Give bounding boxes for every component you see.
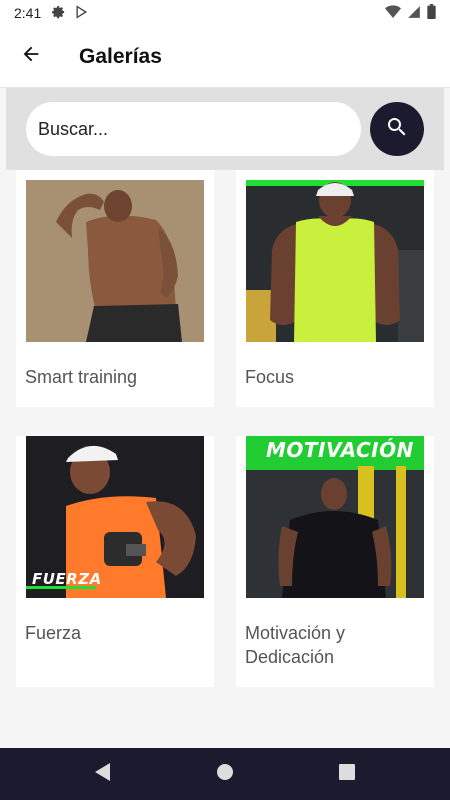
signal-icon <box>407 5 421 22</box>
gallery-image-smart-training <box>26 180 204 342</box>
recents-square-icon <box>339 763 355 785</box>
battery-icon <box>427 4 436 22</box>
gear-icon <box>51 5 65 22</box>
overlay-motivacion: MOTIVACIÓN <box>266 438 414 462</box>
gallery-label: Focus <box>245 367 295 387</box>
status-bar: 2:41 <box>0 0 450 26</box>
nav-back-button[interactable] <box>91 762 115 786</box>
search-input[interactable] <box>26 102 362 156</box>
search-button[interactable] <box>370 102 424 156</box>
nav-home-button[interactable] <box>213 762 237 786</box>
gallery-label: Fuerza <box>25 623 82 643</box>
arrow-back-icon <box>20 43 42 70</box>
gallery-image-fuerza: FUERZA <box>26 436 204 598</box>
app-bar: Galerías <box>0 26 450 88</box>
gallery-image-focus <box>246 180 424 342</box>
back-triangle-icon <box>95 762 111 786</box>
gallery-card-motivacion[interactable]: MOTIVACIÓN Motivación y Dedicación <box>236 436 434 687</box>
system-nav-bar <box>0 748 450 800</box>
search-bar <box>6 88 444 170</box>
play-store-icon <box>75 4 88 22</box>
gallery-label: Motivación y Dedicación <box>245 623 346 667</box>
overlay-fuerza: FUERZA <box>32 570 102 588</box>
page-title: Galerías <box>79 44 162 68</box>
nav-recents-button[interactable] <box>335 762 359 786</box>
gallery-label: Smart training <box>25 367 138 387</box>
gallery-image-motivacion: MOTIVACIÓN <box>246 436 424 598</box>
gallery-card-focus[interactable]: Focus <box>236 170 434 407</box>
search-icon <box>385 115 409 144</box>
back-button[interactable] <box>3 29 59 85</box>
gallery-card-smart-training[interactable]: Smart training <box>16 170 214 407</box>
status-time: 2:41 <box>14 5 42 21</box>
wifi-icon <box>385 4 401 22</box>
home-circle-icon <box>216 763 234 786</box>
gallery-card-fuerza[interactable]: FUERZA Fuerza <box>16 436 214 687</box>
